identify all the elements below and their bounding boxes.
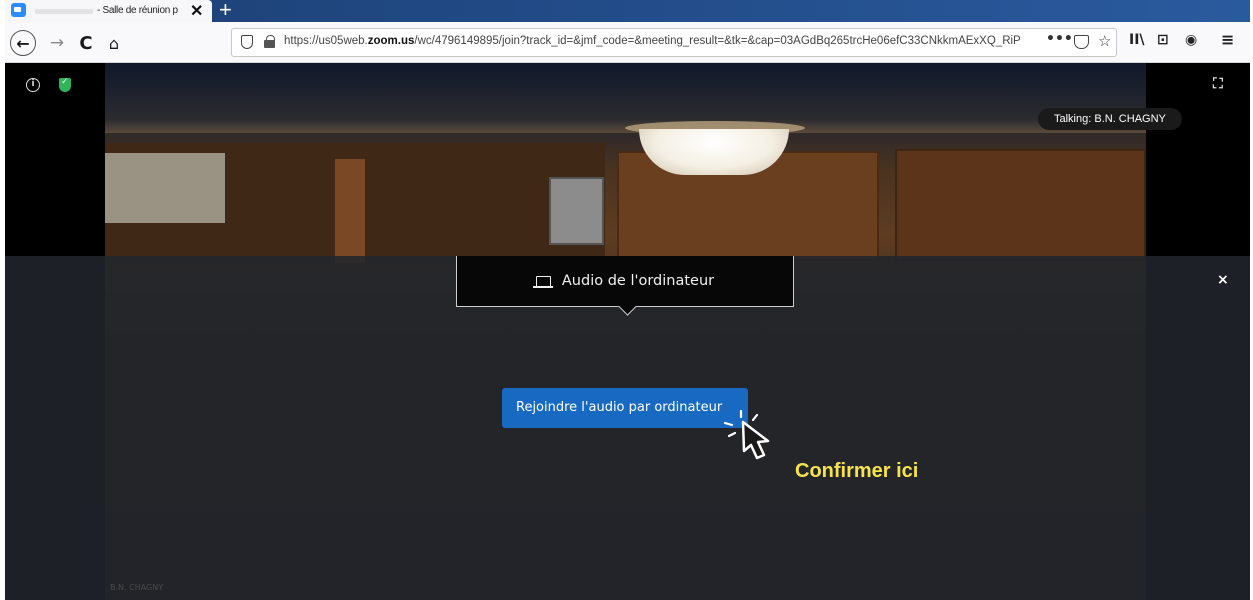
reader-view-icon[interactable]: ⊡ <box>1157 32 1169 48</box>
browser-navbar: ← → C ⌂ https://us05web.zoom.us/wc/47961… <box>5 22 1250 63</box>
video-radio <box>549 177 604 245</box>
back-icon[interactable]: ← <box>10 30 36 56</box>
bookmark-star-icon[interactable]: ☆ <box>1098 32 1111 50</box>
fullscreen-icon[interactable]: ⛶ <box>1213 76 1223 92</box>
tracking-shield-icon[interactable] <box>241 35 253 49</box>
account-icon[interactable]: ◉ <box>1185 32 1197 48</box>
tab-blurred-title <box>35 9 93 14</box>
lock-icon[interactable] <box>264 35 275 48</box>
talking-indicator: Talking: B.N. CHAGNY <box>1038 108 1182 130</box>
new-tab-icon[interactable]: + <box>219 0 232 23</box>
url-bar[interactable]: https://us05web.zoom.us/wc/4796149895/jo… <box>231 28 1117 57</box>
tab-computer-audio[interactable]: Audio de l'ordinateur <box>456 256 794 307</box>
close-icon[interactable]: × <box>1217 272 1229 288</box>
zoom-favicon-icon <box>11 3 26 17</box>
pointer-cursor-icon <box>715 404 785 474</box>
library-icon[interactable]: II\ <box>1129 32 1145 48</box>
participant-name-label: B.N. CHAGNY <box>110 583 164 592</box>
video-lamp <box>639 129 789 175</box>
meeting-info-icon[interactable]: i <box>26 78 40 92</box>
join-audio-dialog: × Audio de l'ordinateur Rejoindre l'audi… <box>5 256 1250 600</box>
browser-tab[interactable]: - Salle de réunion p ✕ <box>5 0 212 22</box>
page-actions-icon[interactable]: ••• <box>1046 31 1073 47</box>
tab-computer-audio-label: Audio de l'ordinateur <box>561 273 715 289</box>
video-cabinet-right <box>895 149 1146 261</box>
tab-close-icon[interactable]: ✕ <box>190 1 203 21</box>
encryption-shield-icon[interactable] <box>59 77 71 92</box>
confirm-hint-label: Confirmer ici <box>795 460 919 482</box>
zoom-meeting-area: i ⛶ Talking: B.N. CHAGNY × Audio de l'or… <box>5 63 1250 600</box>
reload-icon[interactable]: C <box>73 30 99 56</box>
home-icon[interactable]: ⌂ <box>101 30 127 56</box>
video-paper <box>105 153 225 223</box>
menu-icon[interactable]: ≡ <box>1221 30 1234 49</box>
pocket-icon[interactable] <box>1074 35 1089 49</box>
join-audio-button[interactable]: Rejoindre l'audio par ordinateur <box>502 388 748 428</box>
tab-title: - Salle de réunion p <box>97 5 178 16</box>
computer-icon <box>532 275 553 288</box>
forward-icon[interactable]: → <box>44 30 70 56</box>
video-shelf-post <box>335 159 365 263</box>
url-text[interactable]: https://us05web.zoom.us/wc/4796149895/jo… <box>284 35 1040 47</box>
video-ceiling <box>105 63 1146 133</box>
browser-tab-strip: - Salle de réunion p ✕ + <box>5 0 1250 22</box>
